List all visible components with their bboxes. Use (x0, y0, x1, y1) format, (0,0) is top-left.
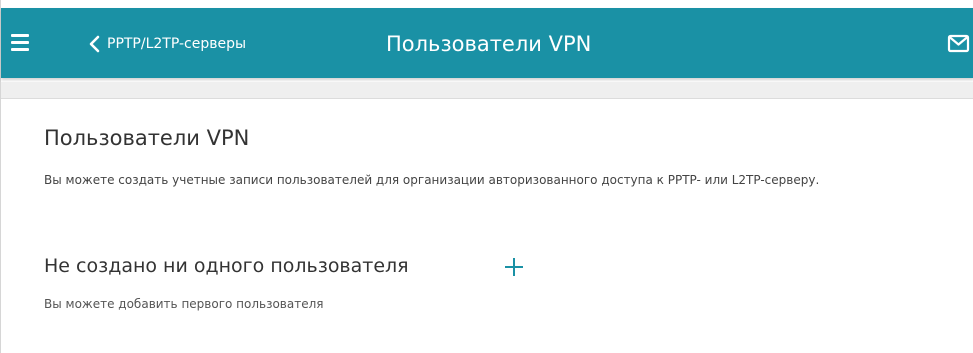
back-link-label: PPTP/L2TP-серверы (107, 36, 247, 52)
menu-icon[interactable] (11, 34, 33, 54)
chevron-left-icon (89, 35, 100, 53)
app-frame: PPTP/L2TP-серверы Пользователи VPN Польз… (0, 0, 973, 353)
sub-toolbar (1, 82, 973, 99)
menu-icon-line (11, 48, 29, 51)
menu-icon-line (11, 34, 29, 37)
section-description: Вы можете создать учетные записи пользов… (44, 173, 820, 187)
section-title: Пользователи VPN (44, 126, 250, 150)
mail-icon[interactable] (947, 34, 971, 54)
menu-icon-line (11, 41, 29, 44)
page-title: Пользователи VPN (386, 32, 592, 56)
top-bar: PPTP/L2TP-серверы Пользователи VPN (1, 8, 973, 78)
empty-state-title: Не создано ни одного пользователя (44, 255, 409, 277)
add-user-button[interactable] (503, 256, 525, 278)
empty-state-description: Вы можете добавить первого пользователя (44, 297, 324, 311)
back-link[interactable]: PPTP/L2TP-серверы (87, 32, 246, 56)
